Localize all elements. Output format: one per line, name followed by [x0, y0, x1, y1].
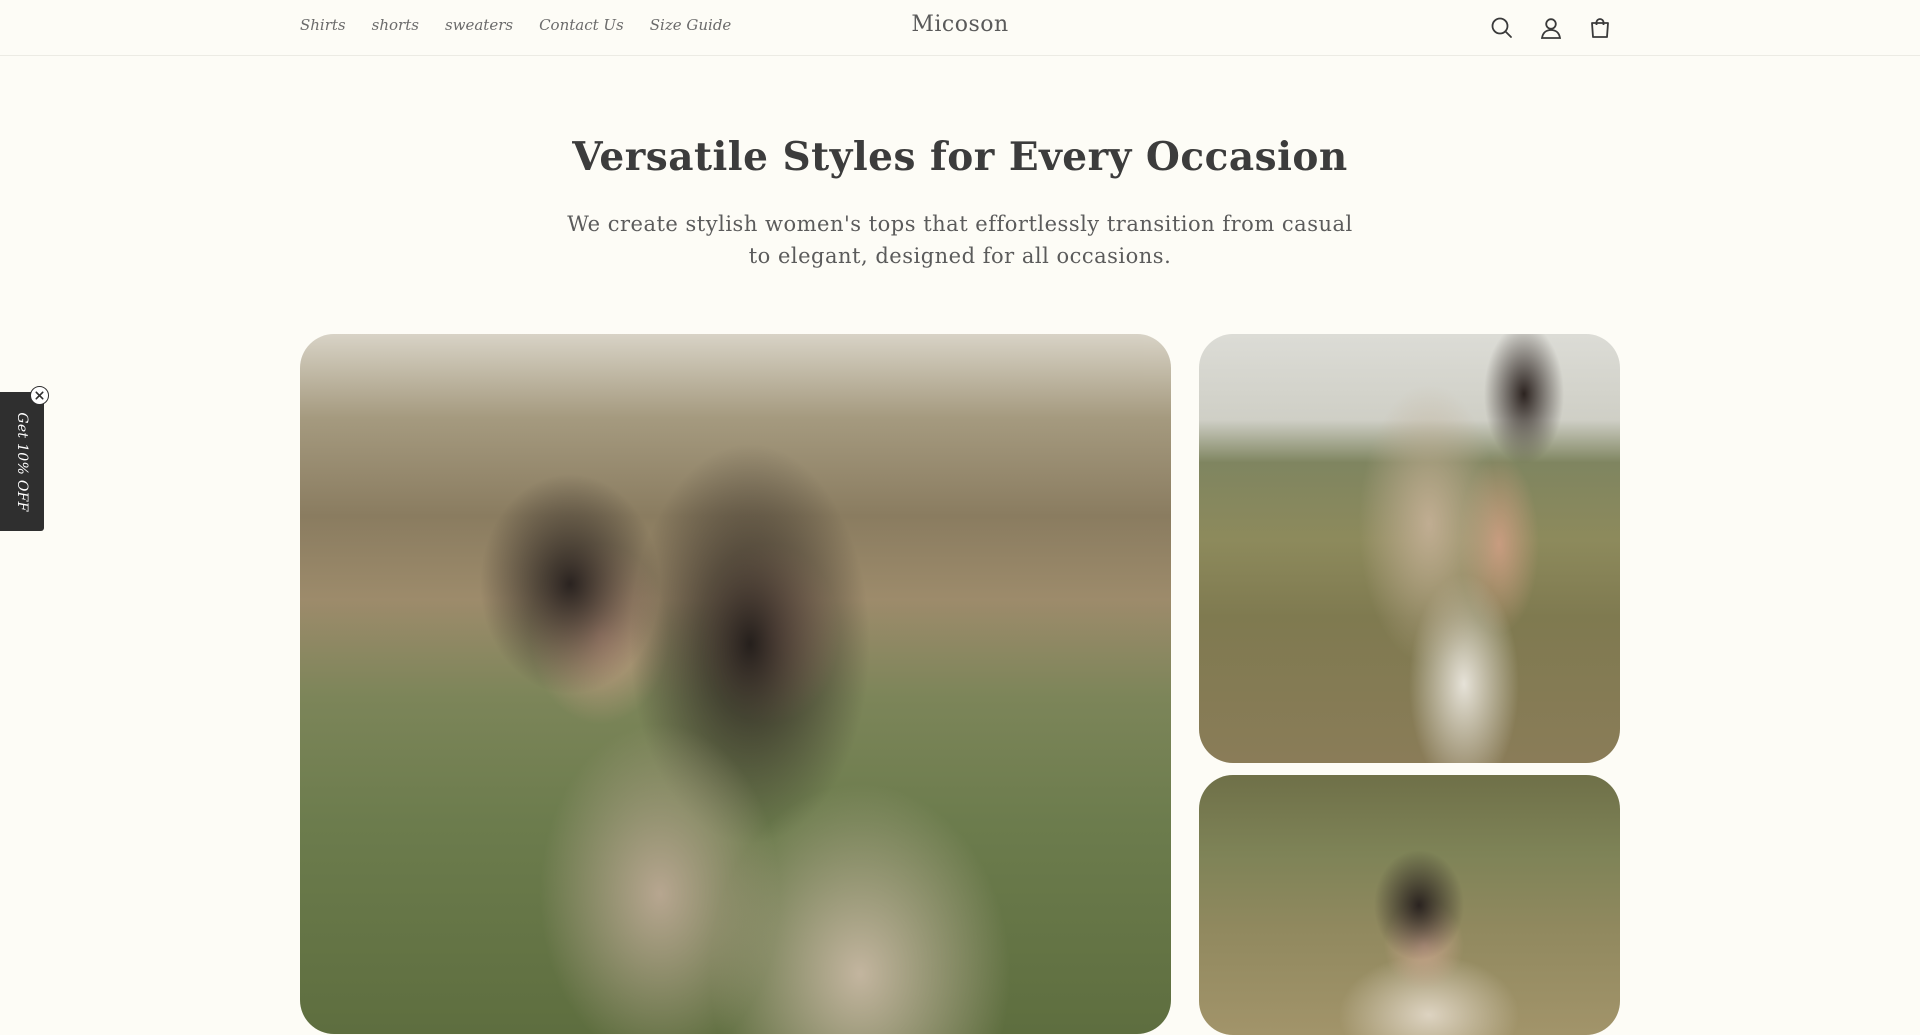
cart-icon[interactable] — [1586, 14, 1614, 42]
nav-link-contact-us[interactable]: Contact Us — [539, 16, 624, 34]
hero-image-main — [300, 334, 1171, 1034]
hero-image-tertiary — [1199, 775, 1620, 1035]
site-header: Shirts shorts sweaters Contact Us Size G… — [0, 0, 1920, 56]
brand-logo-wrap: Micoson — [0, 12, 1920, 37]
discount-close-button[interactable] — [30, 386, 49, 405]
search-icon[interactable] — [1488, 14, 1516, 42]
header-icons — [1488, 14, 1614, 42]
discount-tab[interactable]: Get 10% OFF — [0, 392, 44, 531]
brand-logo[interactable]: Micoson — [911, 12, 1008, 37]
main-nav: Shirts shorts sweaters Contact Us Size G… — [300, 16, 731, 34]
nav-link-shirts[interactable]: Shirts — [300, 16, 346, 34]
nav-link-sweaters[interactable]: sweaters — [445, 16, 513, 34]
hero-title: Versatile Styles for Every Occasion — [572, 134, 1348, 180]
nav-link-shorts[interactable]: shorts — [372, 16, 419, 34]
close-icon — [35, 391, 44, 400]
hero-image-secondary — [1199, 334, 1620, 763]
hero-subtitle: We create stylish women's tops that effo… — [567, 212, 1353, 268]
discount-tab-label: Get 10% OFF — [14, 412, 30, 512]
nav-link-size-guide[interactable]: Size Guide — [650, 16, 732, 34]
account-icon[interactable] — [1537, 14, 1565, 42]
